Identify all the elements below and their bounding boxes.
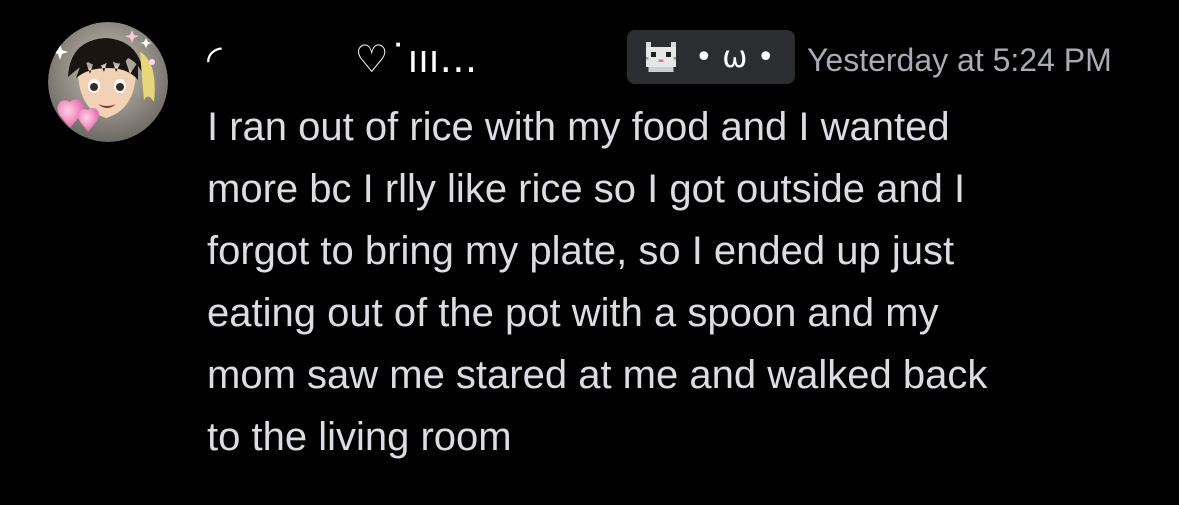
message-line: more bc I rlly like rice so I got outsid… <box>207 167 966 211</box>
server-tag[interactable]: • ω • <box>627 30 795 84</box>
pixel-cat-icon <box>641 37 681 77</box>
anime-character-avatar-icon <box>48 22 168 142</box>
server-tag-text: • ω • <box>695 39 775 75</box>
author-name[interactable]: ◜ ♡˙ııı… <box>207 34 477 84</box>
message-timestamp[interactable]: Yesterday at 5:24 PM <box>807 38 1112 82</box>
message-line: eating out of the pot with a spoon and m… <box>207 291 939 335</box>
message-line: I ran out of rice with my food and I wan… <box>207 105 950 149</box>
message-header: ◜ ♡˙ııı… • ω • Yesterday at 5:24 PM <box>207 30 1147 92</box>
chat-message: ◜ ♡˙ııı… • ω • Yesterday at 5:24 PM I ra… <box>0 0 1179 505</box>
message-line: to the living room <box>207 415 512 459</box>
message-line: forgot to bring my plate, so I ended up … <box>207 229 955 273</box>
avatar[interactable] <box>48 22 168 142</box>
message-line: mom saw me stared at me and walked back <box>207 353 988 397</box>
message-content: I ran out of rice with my food and I wan… <box>207 96 1147 468</box>
